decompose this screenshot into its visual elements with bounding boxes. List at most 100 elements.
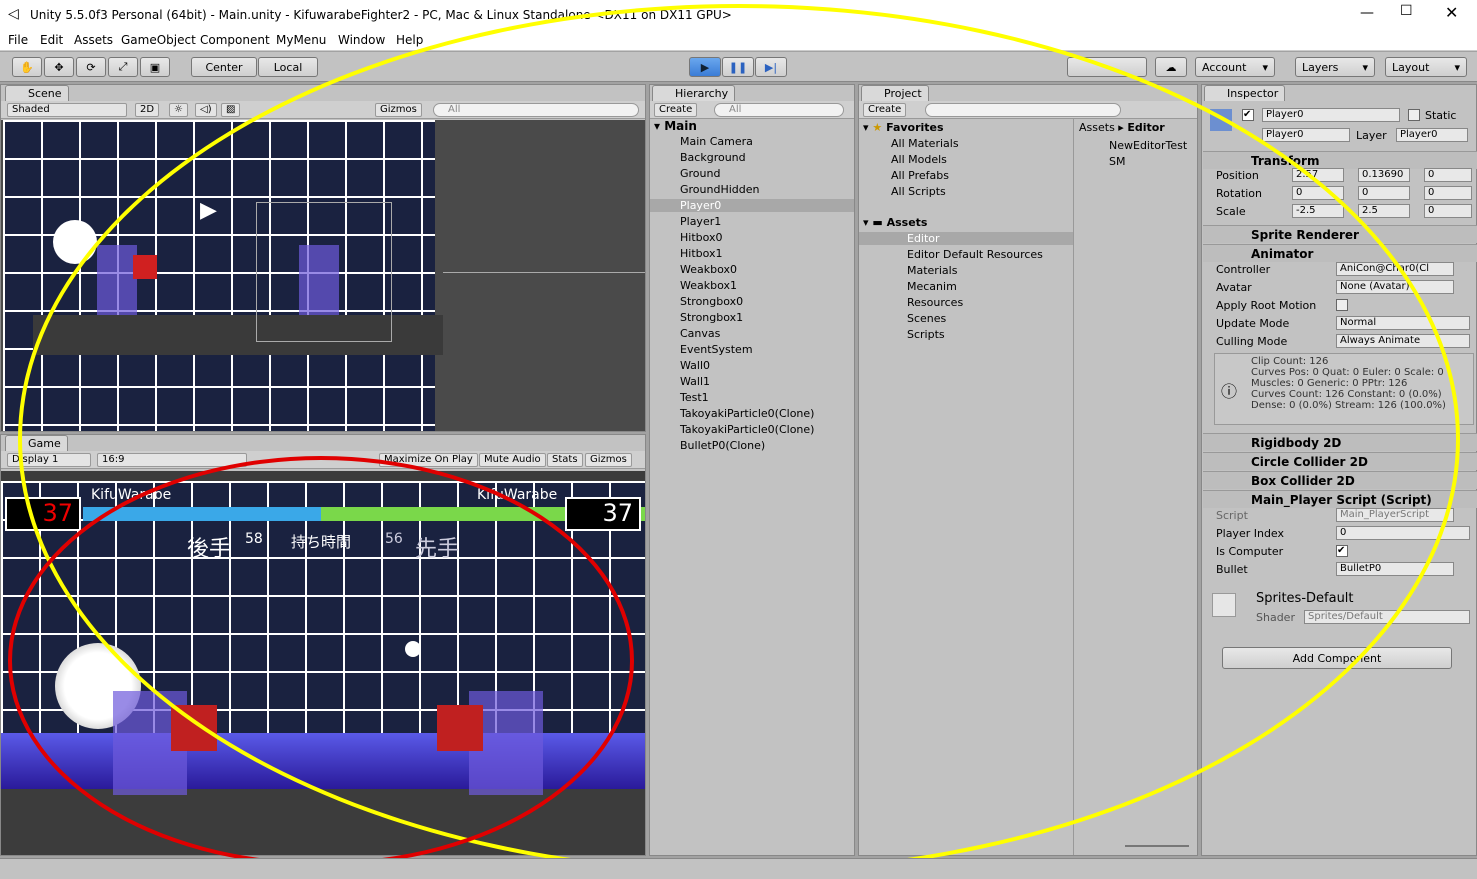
apply-root-motion-checkbox[interactable] [1336,299,1348,311]
object-name-input[interactable]: Player0 [1262,108,1400,122]
account-dropdown[interactable]: Account ▾ [1195,57,1275,77]
project-file-item[interactable]: SM [1109,155,1125,168]
stats-toggle[interactable]: Stats [547,453,583,467]
position-x-input[interactable]: 2.57 [1292,168,1344,182]
hierarchy-item[interactable]: Canvas [650,327,854,340]
favorites-header[interactable]: ▾ ★ Favorites [863,121,944,134]
menu-mymenu[interactable]: MyMenu [276,33,326,47]
project-search-input[interactable] [925,103,1121,117]
hierarchy-search-input[interactable]: All [714,103,844,117]
layout-dropdown[interactable]: Layout ▾ [1385,57,1467,77]
pivot-center-button[interactable]: Center [191,57,257,77]
active-checkbox[interactable]: ✔ [1242,109,1254,121]
menu-gameobject[interactable]: GameObject [121,33,196,47]
hierarchy-item[interactable]: Ground [650,167,854,180]
hierarchy-item[interactable]: GroundHidden [650,183,854,196]
hierarchy-item[interactable]: Weakbox0 [650,263,854,276]
transform-header[interactable]: Transform [1203,151,1477,169]
scene-viewport[interactable]: ▶ [1,120,645,431]
audio-icon[interactable]: ◁) [195,103,217,117]
bullet-field[interactable]: BulletP0 [1336,562,1454,576]
position-z-input[interactable]: 0 [1424,168,1472,182]
icon-size-slider[interactable] [1125,845,1189,847]
project-file-item[interactable]: NewEditorTest [1109,139,1187,152]
menu-edit[interactable]: Edit [40,33,63,47]
hierarchy-item[interactable]: TakoyakiParticle0(Clone) [650,407,854,420]
hierarchy-item[interactable]: Hitbox1 [650,247,854,260]
favorite-item[interactable]: All Materials [891,137,959,150]
tab-project[interactable]: Project [861,85,929,101]
layers-dropdown[interactable]: Layers ▾ [1295,57,1375,77]
favorite-item[interactable]: All Prefabs [891,169,949,182]
hierarchy-item[interactable]: Wall0 [650,359,854,372]
rotate-tool-icon[interactable]: ⟳ [76,57,106,77]
scale-y-input[interactable]: 2.5 [1358,204,1410,218]
tab-hierarchy[interactable]: Hierarchy [652,85,736,101]
hierarchy-item[interactable]: Background [650,151,854,164]
menu-file[interactable]: File [8,33,28,47]
project-create-dropdown[interactable]: Create [863,103,907,117]
circle-collider-header[interactable]: Circle Collider 2D [1203,452,1477,470]
close-icon[interactable]: ✕ [1445,3,1458,22]
assets-header[interactable]: ▾ ▬ Assets [863,216,927,229]
mute-audio-toggle[interactable]: Mute Audio [479,453,546,467]
rect-tool-icon[interactable]: ▣ [140,57,170,77]
hierarchy-create-dropdown[interactable]: Create [654,103,698,117]
aspect-dropdown[interactable]: 16:9 [97,453,247,467]
rigidbody2d-header[interactable]: Rigidbody 2D [1203,433,1477,451]
tag-dropdown[interactable]: Player0 [1262,128,1350,142]
pause-button[interactable]: ❚❚ [722,57,754,77]
box-collider-header[interactable]: Box Collider 2D [1203,471,1477,489]
hierarchy-item[interactable]: BulletP0(Clone) [650,439,854,452]
hierarchy-item[interactable]: EventSystem [650,343,854,356]
scene-root-main[interactable]: ▾ Main [654,119,697,133]
sprite-renderer-header[interactable]: Sprite Renderer [1203,225,1477,243]
hierarchy-item[interactable]: Wall1 [650,375,854,388]
player-index-input[interactable]: 0 [1336,526,1470,540]
asset-folder-item[interactable]: Editor [859,232,1073,245]
update-mode-dropdown[interactable]: Normal [1336,316,1470,330]
asset-folder-item[interactable]: Scripts [859,328,1073,341]
selection-rect[interactable] [256,202,392,342]
menu-window[interactable]: Window [338,33,385,47]
scale-z-input[interactable]: 0 [1424,204,1472,218]
favorite-item[interactable]: All Models [891,153,947,166]
rotation-z-input[interactable]: 0 [1424,186,1472,200]
pivot-local-button[interactable]: Local [258,57,318,77]
toggle-2d-button[interactable]: 2D [135,103,160,117]
animator-header[interactable]: Animator [1203,244,1477,262]
rotation-y-input[interactable]: 0 [1358,186,1410,200]
hierarchy-item[interactable]: Main Camera [650,135,854,148]
add-component-button[interactable]: Add Component [1222,647,1452,669]
favorite-item[interactable]: All Scripts [891,185,946,198]
collab-button[interactable] [1067,57,1147,77]
static-checkbox[interactable] [1408,109,1420,121]
rotation-x-input[interactable]: 0 [1292,186,1344,200]
shader-dropdown[interactable]: Sprites/Default [1304,610,1470,624]
asset-folder-item[interactable]: Scenes [859,312,1073,325]
hand-tool-icon[interactable]: ✋ [12,57,42,77]
avatar-field[interactable]: None (Avatar) [1336,280,1454,294]
tab-inspector[interactable]: Inspector [1204,85,1286,101]
gizmos-dropdown[interactable]: Gizmos [375,103,422,117]
lighting-icon[interactable]: ☼ [169,103,188,117]
asset-folder-item[interactable]: Resources [859,296,1073,309]
scene-search-input[interactable]: All [433,103,639,117]
hierarchy-item[interactable]: Strongbox0 [650,295,854,308]
scale-tool-icon[interactable]: ⤢ [108,57,138,77]
position-y-input[interactable]: 0.13690 [1358,168,1410,182]
tab-game[interactable]: Game [5,435,68,451]
cloud-icon[interactable]: ☁ [1155,57,1187,77]
step-button[interactable]: ▶| [755,57,787,77]
hierarchy-item[interactable]: Player0 [650,199,854,212]
display-dropdown[interactable]: Display 1 [7,453,91,467]
move-tool-icon[interactable]: ✥ [44,57,74,77]
hierarchy-item[interactable]: Weakbox1 [650,279,854,292]
player-script-header[interactable]: Main_Player Script (Script) [1203,490,1477,508]
hierarchy-item[interactable]: Hitbox0 [650,231,854,244]
asset-folder-item[interactable]: Mecanim [859,280,1073,293]
controller-field[interactable]: AniCon@Char0(Cl [1336,262,1454,276]
tab-scene[interactable]: Scene [5,85,69,101]
effects-icon[interactable]: ▨ [221,103,241,117]
hierarchy-item[interactable]: Test1 [650,391,854,404]
